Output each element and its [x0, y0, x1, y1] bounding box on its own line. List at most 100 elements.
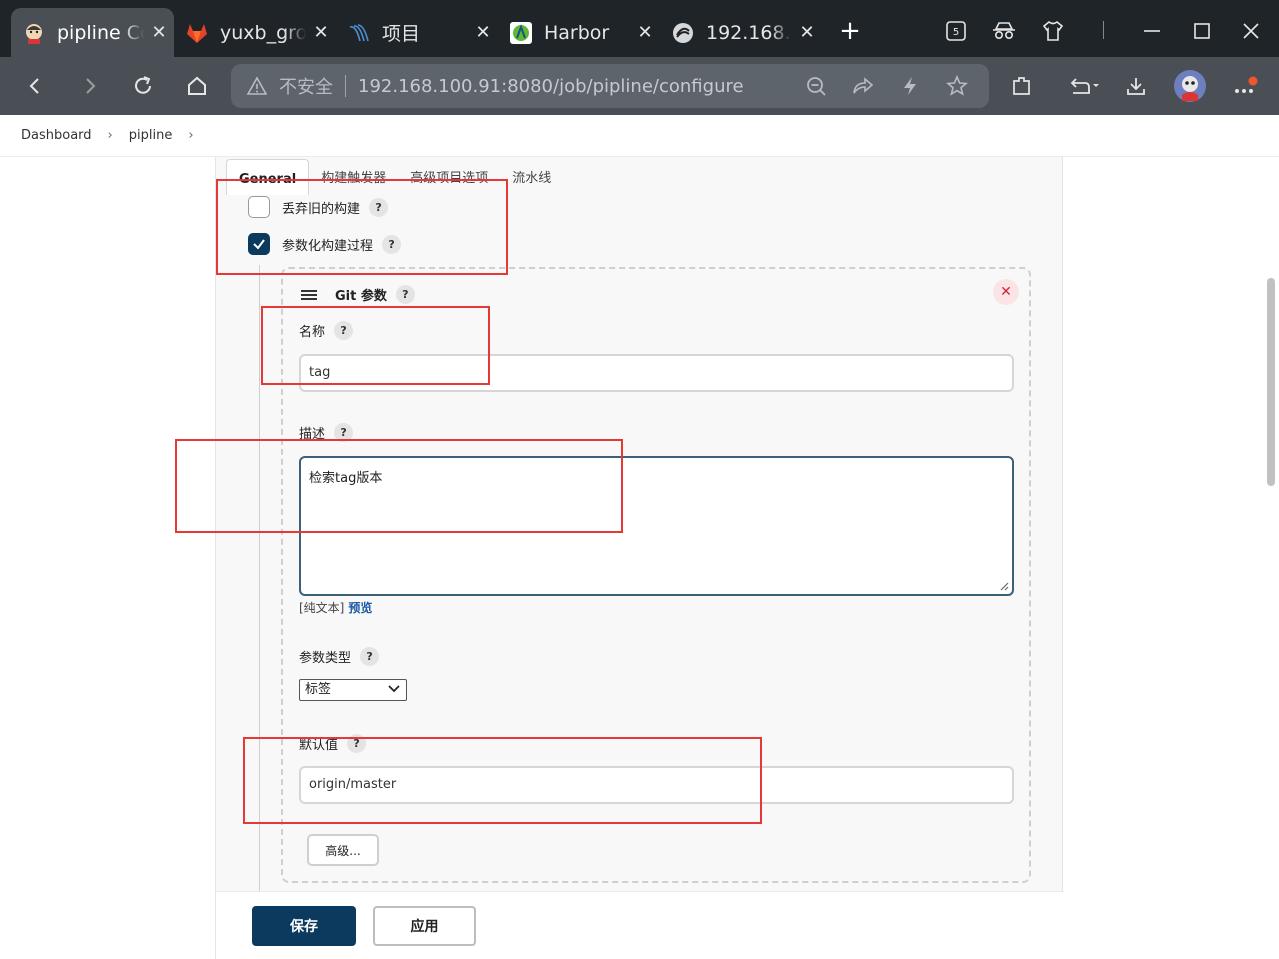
tab-pipeline[interactable]: 流水线	[500, 159, 563, 195]
tab-advanced-project[interactable]: 高级项目选项	[398, 159, 500, 195]
config-tabs: General 构建触发器 高级项目选项 流水线	[226, 159, 563, 195]
name-label: 名称	[299, 325, 326, 340]
tab-title: 项目	[382, 23, 421, 45]
config-panel: General 构建触发器 高级项目选项 流水线 丢弃旧的构建 ? 参数化构建过…	[215, 157, 1064, 959]
check-icon	[253, 239, 265, 250]
toolbar-separator	[1103, 21, 1104, 39]
jenkins-page: Dashboard › pipline › General 构建触发器 高级项目…	[0, 115, 1279, 959]
scrollbar-thumb[interactable]	[1267, 278, 1275, 486]
tab-general[interactable]: General	[226, 159, 310, 195]
extensions-icon[interactable]	[1005, 69, 1039, 103]
minimize-icon[interactable]	[1135, 14, 1169, 48]
close-window-icon[interactable]	[1234, 14, 1268, 48]
remove-parameter-button[interactable]: ✕	[993, 279, 1019, 305]
git-parameter-title: Git 参数	[335, 289, 387, 304]
address-url[interactable]: 192.168.100.91:8080/job/pipline/configur…	[358, 76, 801, 97]
jenkins-icon	[21, 20, 47, 46]
save-button[interactable]: 保存	[252, 906, 356, 946]
type-label-row: 参数类型 ?	[299, 647, 380, 666]
browser-tab-pipline[interactable]: pipline Config ✕	[11, 8, 174, 57]
incognito-icon[interactable]	[987, 14, 1021, 48]
avatar[interactable]	[1173, 69, 1207, 103]
apply-button[interactable]: 应用	[373, 906, 476, 946]
share-icon[interactable]	[848, 71, 878, 101]
tab-title: pipline Config	[57, 21, 144, 44]
site-icon	[670, 20, 696, 46]
undo-history-icon[interactable]	[1063, 69, 1103, 103]
parameterized-checkbox[interactable]	[248, 233, 270, 255]
tab-count-icon[interactable]: 5	[939, 14, 973, 48]
description-label: 描述	[299, 427, 326, 442]
tab-count: 5	[953, 27, 959, 38]
default-label: 默认值	[299, 738, 339, 753]
scrollbar-track[interactable]	[1263, 157, 1279, 959]
git-parameter-block: Git 参数 ? ✕ 名称 ? tag 描述 ? 检索tag版本 [纯文本] 预览…	[281, 267, 1031, 883]
chevron-right-icon[interactable]: ›	[188, 128, 193, 143]
browser-tab-harbor[interactable]: Harbor ✕	[498, 8, 660, 57]
parameter-type-select[interactable]: 标签	[299, 679, 407, 701]
name-label-row: 名称 ?	[299, 321, 354, 340]
gitlab-icon	[184, 20, 210, 46]
preview-link[interactable]: 预览	[348, 601, 372, 615]
help-icon[interactable]: ?	[360, 647, 380, 666]
help-icon[interactable]: ?	[334, 423, 354, 442]
browser-toolbar: 不安全 192.168.100.91:8080/job/pipline/conf…	[0, 57, 1279, 115]
close-icon[interactable]: ✕	[468, 22, 498, 43]
harbor-icon	[508, 20, 534, 46]
browser-tab-gitlab[interactable]: yuxb_group ✕	[174, 8, 336, 57]
browser-tab-project[interactable]: 项目 ✕	[336, 8, 498, 57]
star-icon[interactable]	[942, 71, 972, 101]
breadcrumb: Dashboard › pipline ›	[0, 115, 1279, 157]
tab-build-triggers[interactable]: 构建触发器	[309, 159, 398, 195]
back-icon[interactable]	[18, 69, 52, 103]
tab-title: Harbor	[544, 21, 610, 44]
more-menu-icon[interactable]	[1228, 69, 1262, 103]
help-icon[interactable]: ?	[382, 234, 402, 254]
breadcrumb-dashboard[interactable]: Dashboard	[21, 128, 92, 143]
close-icon[interactable]: ✕	[792, 22, 822, 43]
description-text: 检索tag版本	[309, 471, 383, 486]
tab-title: 192.168.100.91	[706, 21, 792, 44]
close-icon[interactable]: ✕	[306, 22, 336, 43]
parameterized-row: 参数化构建过程 ?	[248, 233, 402, 255]
resize-grip-icon[interactable]	[999, 581, 1009, 591]
new-tab-button[interactable]: +	[836, 14, 864, 48]
name-input[interactable]: tag	[299, 354, 1014, 392]
help-icon[interactable]: ?	[395, 285, 415, 304]
parameter-type-value: 标签	[305, 682, 332, 697]
parameterized-label: 参数化构建过程	[282, 238, 374, 254]
format-row: [纯文本] 预览	[299, 599, 372, 616]
close-icon[interactable]: ✕	[630, 22, 660, 43]
lightning-icon[interactable]	[895, 71, 925, 101]
help-icon[interactable]: ?	[334, 321, 354, 340]
insecure-label: 不安全	[279, 77, 333, 98]
discard-old-builds-row: 丢弃旧的构建 ?	[248, 196, 389, 218]
warning-icon[interactable]	[245, 74, 269, 98]
discard-old-builds-checkbox[interactable]	[248, 196, 270, 218]
advanced-button[interactable]: 高级...	[307, 834, 379, 866]
default-value-input[interactable]: origin/master	[299, 766, 1014, 804]
drag-handle-icon[interactable]	[301, 289, 317, 300]
breadcrumb-pipline[interactable]: pipline	[129, 128, 173, 143]
plain-text-label: [纯文本]	[299, 601, 345, 615]
help-icon[interactable]: ?	[347, 734, 367, 753]
git-parameter-header: Git 参数 ?	[301, 285, 415, 304]
forward-icon[interactable]	[73, 69, 107, 103]
browser-tab-site[interactable]: 192.168.100.91 ✕	[660, 8, 822, 57]
wave-icon	[346, 20, 372, 46]
reload-icon[interactable]	[126, 69, 160, 103]
help-icon[interactable]: ?	[369, 197, 389, 217]
default-label-row: 默认值 ?	[299, 734, 367, 753]
type-label: 参数类型	[299, 651, 352, 666]
home-icon[interactable]	[180, 69, 214, 103]
address-bar[interactable]: 不安全 192.168.100.91:8080/job/pipline/conf…	[231, 64, 989, 108]
download-icon[interactable]	[1119, 69, 1153, 103]
address-separator	[345, 75, 346, 97]
chevron-right-icon: ›	[107, 128, 113, 143]
shirt-icon[interactable]	[1036, 14, 1070, 48]
maximize-icon[interactable]	[1185, 14, 1219, 48]
browser-tab-strip: pipline Config ✕ yuxb_group ✕ 项目 ✕ Harbo…	[0, 0, 1279, 57]
zoom-out-icon[interactable]	[801, 71, 831, 101]
close-icon[interactable]: ✕	[144, 22, 174, 43]
description-textarea[interactable]: 检索tag版本	[299, 456, 1014, 596]
